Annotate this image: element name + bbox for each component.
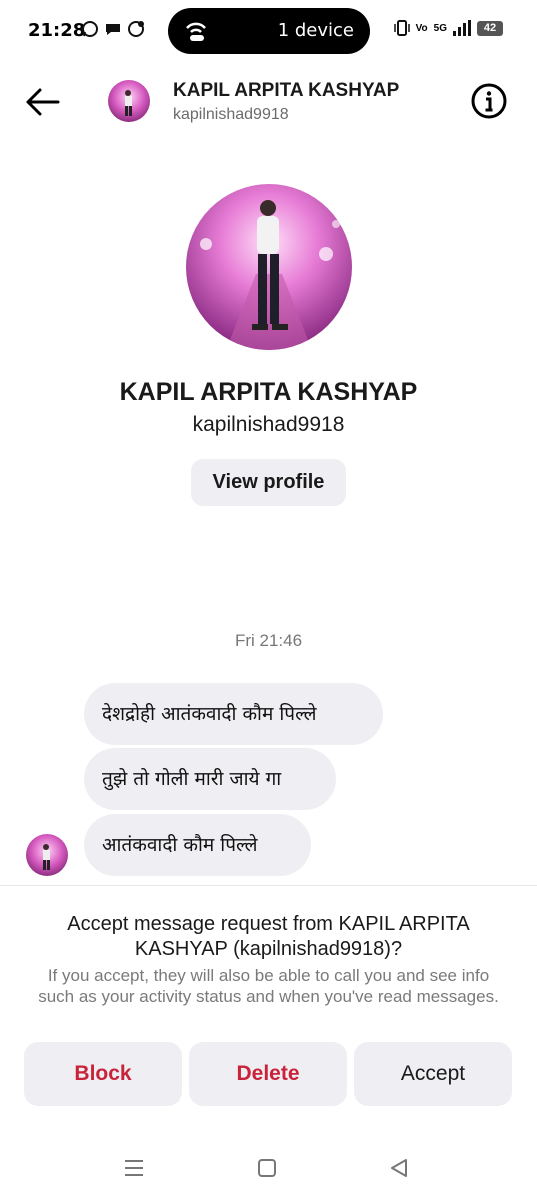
header-name[interactable]: KAPIL ARPITA KASHYAP [173, 80, 399, 102]
status-bar: 21:28 1 device Vo 5G 42 [0, 0, 537, 62]
notification-icons [80, 19, 146, 39]
header-username[interactable]: kapilnishad9918 [173, 106, 289, 124]
chat-header: KAPIL ARPITA KASHYAP kapilnishad9918 [0, 62, 537, 142]
request-description: If you accept, they will also be able to… [38, 966, 499, 1006]
back-arrow-icon[interactable] [22, 82, 62, 122]
home-icon[interactable] [257, 1158, 277, 1178]
request-title: Accept message request from KAPIL ARPITA… [67, 913, 470, 960]
view-profile-button[interactable]: View profile [191, 459, 346, 506]
island-text: 1 device [277, 20, 354, 41]
network-badge: 5G [433, 22, 447, 34]
info-icon[interactable] [470, 82, 508, 120]
accept-button[interactable]: Accept [354, 1042, 512, 1106]
dynamic-island[interactable]: 1 device [168, 8, 370, 54]
recents-icon[interactable] [123, 1158, 145, 1178]
profile-username: kapilnishad9918 [192, 413, 345, 436]
chat-icon [106, 24, 120, 35]
back-nav-icon[interactable] [389, 1158, 409, 1178]
system-nav-bar [0, 1140, 537, 1200]
message-timestamp: Fri 21:46 [234, 631, 303, 650]
header-avatar[interactable] [108, 80, 150, 122]
profile-name: KAPIL ARPITA KASHYAP [119, 378, 418, 406]
volte-badge: Vo [415, 22, 428, 34]
signal-icon [453, 20, 471, 36]
delete-button[interactable]: Delete [189, 1042, 347, 1106]
system-indicators: Vo 5G 42 [393, 19, 503, 37]
message-bubble[interactable]: तुझे तो गोली मारी जाये गा [84, 748, 336, 810]
block-button[interactable]: Block [24, 1042, 182, 1106]
message-bubble[interactable]: देशद्रोही आतंकवादी कौम पिल्ले [84, 683, 383, 745]
sender-avatar[interactable] [26, 834, 68, 876]
vibrate-icon [393, 20, 410, 36]
message-bubble[interactable]: आतंकवादी कौम पिल्ले [84, 814, 311, 876]
whatsapp-business-icon [128, 21, 144, 37]
divider [0, 885, 537, 886]
profile-avatar[interactable] [186, 184, 352, 350]
battery-icon: 42 [477, 20, 503, 36]
whatsapp-icon [82, 21, 98, 37]
hotspot-icon [186, 22, 206, 41]
status-time: 21:28 [28, 20, 86, 41]
